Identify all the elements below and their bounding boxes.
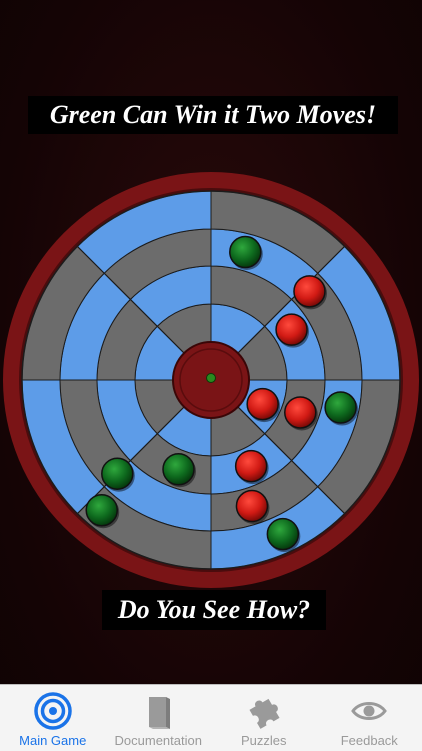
hub-center-dot (207, 374, 216, 383)
tab-label: Puzzles (211, 733, 317, 748)
puzzle-icon (244, 691, 284, 731)
eye-icon (349, 691, 389, 731)
game-screen: Green Can Win it Two Moves! Do You See H… (0, 0, 422, 750)
tab-main-game[interactable]: Main Game (0, 685, 106, 751)
tab-label: Feedback (317, 733, 422, 748)
book-icon (138, 691, 178, 731)
tab-label: Documentation (106, 733, 212, 748)
tab-bar: Main Game Documentation Puzzles Feedback (0, 684, 422, 751)
puzzle-prompt: Do You See How? (102, 590, 326, 630)
tab-label: Main Game (0, 733, 106, 748)
puzzle-headline: Green Can Win it Two Moves! (28, 96, 398, 134)
tab-documentation[interactable]: Documentation (106, 685, 212, 751)
board-hub[interactable] (173, 342, 249, 418)
target-icon (33, 691, 73, 731)
tab-puzzles[interactable]: Puzzles (211, 685, 317, 751)
tab-feedback[interactable]: Feedback (317, 685, 422, 751)
game-board[interactable] (0, 168, 422, 592)
